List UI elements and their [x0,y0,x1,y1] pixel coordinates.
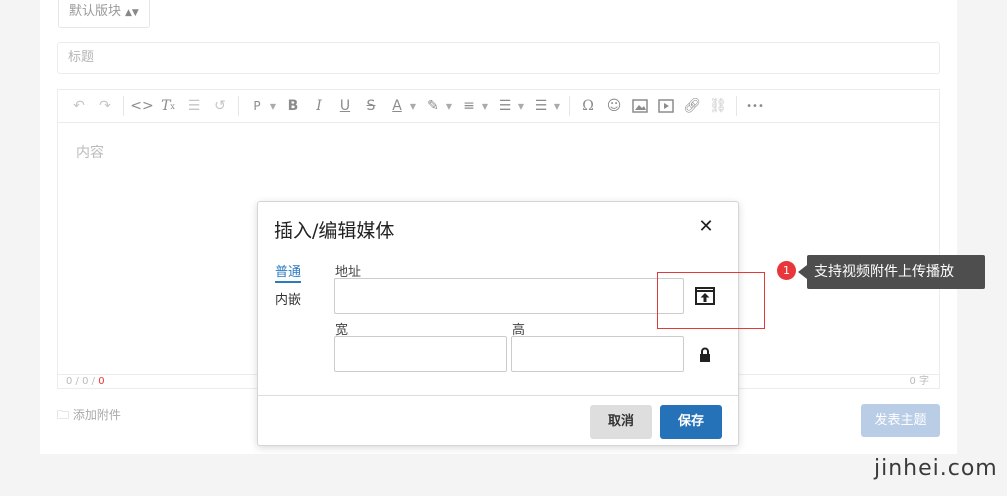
image-icon[interactable] [629,95,651,117]
add-attachment-label: 添加附件 [72,408,121,422]
forum-block-select[interactable]: 默认版块 ▲▼ [58,0,150,28]
element-path-red: 0 [98,376,105,387]
watermark: jinhei.com [874,456,998,481]
dialog-title: 插入/编辑媒体 [274,220,395,242]
save-button[interactable]: 保存 [660,405,722,439]
lock-icon[interactable] [694,344,716,366]
toolbar-divider [238,96,239,116]
bullet-list-icon[interactable]: ☰ [494,95,516,117]
bold-icon[interactable]: B [282,95,304,117]
editor-toolbar: ↶ ↷ <> Tx ☰ ↺ P ▼ B I U S A ▼ ✎ ▼ ≡ ▼ ☰ … [58,90,939,123]
word-count: 0 字 [909,376,929,387]
underline-icon[interactable]: U [334,95,356,117]
callout-arrow [798,265,807,279]
numbered-list-icon[interactable]: ☰ [530,95,552,117]
align-icon[interactable]: ≡ [458,95,480,117]
omega-icon[interactable]: Ω [577,95,599,117]
height-input[interactable] [511,336,684,372]
more-icon[interactable]: ••• [744,95,766,117]
highlight-icon[interactable]: ✎ [422,95,444,117]
history-icon[interactable]: ↺ [209,95,231,117]
highlight-box [657,272,765,329]
list-icon[interactable]: ☰ [183,95,205,117]
publish-button[interactable]: 发表主题 [861,404,940,437]
cancel-button[interactable]: 取消 [590,405,652,439]
address-input[interactable] [334,278,684,314]
annotation-badge: 1 [777,261,796,280]
code-icon[interactable]: <> [130,95,153,117]
chevron-down-icon[interactable]: ▼ [444,95,454,117]
close-icon[interactable]: ✕ [696,216,716,238]
toolbar-divider [569,96,570,116]
chevron-down-icon[interactable]: ▼ [268,95,278,117]
emoji-icon[interactable]: ☺ [603,95,625,117]
italic-icon[interactable]: I [308,95,330,117]
element-path: 0 / 0 / [66,376,99,387]
paragraph-icon[interactable]: P [246,95,268,117]
add-attachment-link[interactable]: 🗀︎ 添加附件 [57,406,121,427]
chevron-down-icon[interactable]: ▼ [516,95,526,117]
media-icon[interactable] [655,95,677,117]
clear-format-icon[interactable]: Tx [157,95,179,117]
undo-icon[interactable]: ↶ [68,95,90,117]
annotation-callout: 支持视频附件上传播放 [807,255,985,289]
sort-arrows-icon: ▲▼ [125,8,139,18]
chevron-down-icon[interactable]: ▼ [480,95,490,117]
block-select-label: 默认版块 [69,4,122,19]
font-color-icon[interactable]: A [386,95,408,117]
dialog-footer-divider [258,395,738,396]
title-input[interactable]: 标题 [57,42,940,74]
strikethrough-icon[interactable]: S [360,95,382,117]
chevron-down-icon[interactable]: ▼ [552,95,562,117]
toolbar-divider [736,96,737,116]
chevron-down-icon[interactable]: ▼ [408,95,418,117]
width-input[interactable] [334,336,507,372]
tab-embed[interactable]: 内嵌 [275,289,301,308]
tab-general[interactable]: 普通 [275,261,302,283]
redo-icon[interactable]: ↷ [94,95,116,117]
link-icon[interactable]: 🔗︎ [681,95,703,117]
folder-icon: 🗀︎ [57,408,70,422]
content-placeholder: 内容 [76,145,104,161]
toolbar-divider [123,96,124,116]
unlink-icon[interactable]: ⛓︎ [707,95,729,117]
